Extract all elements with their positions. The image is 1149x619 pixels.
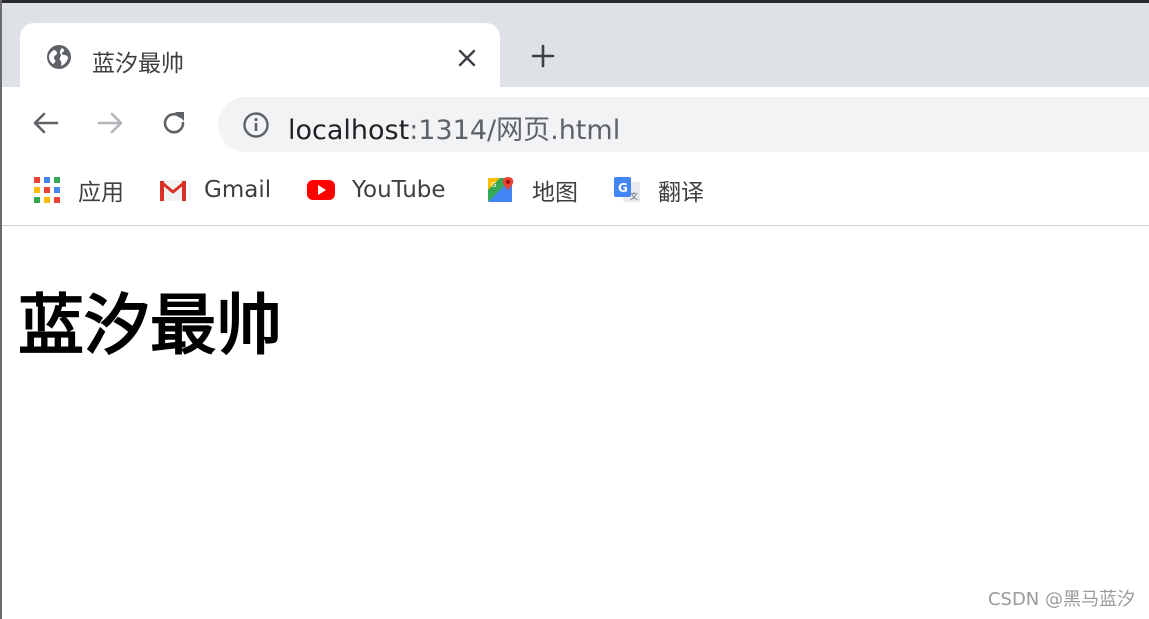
svg-text:G: G [618, 181, 628, 195]
back-arrow-icon[interactable] [30, 107, 62, 139]
bookmark-label: Gmail [204, 177, 272, 203]
plus-icon[interactable] [528, 41, 558, 71]
tab-title: 蓝汐最帅 [92, 51, 184, 77]
translate-icon: G 文 [614, 177, 640, 202]
info-icon[interactable] [242, 111, 270, 139]
bookmark-label: 应用 [78, 180, 124, 206]
url-host: localhost [288, 115, 410, 146]
reload-icon[interactable] [158, 107, 190, 139]
bookmark-youtube[interactable]: YouTube [306, 173, 446, 207]
svg-text:文: 文 [630, 191, 638, 201]
globe-icon [47, 45, 71, 69]
youtube-icon [307, 180, 335, 200]
toolbar: localhost:1314/网页.html [2, 87, 1149, 159]
bookmark-gmail[interactable]: Gmail [158, 173, 271, 207]
url-path: :1314/网页.html [409, 115, 621, 146]
page-content: 蓝汐最帅 CSDN @黑马蓝汐 [2, 226, 1149, 619]
close-icon[interactable] [454, 45, 480, 71]
window-left-edge [0, 0, 2, 619]
browser-window: 蓝汐最帅 localhost:1314/网页.html 应用 Gmail You… [0, 0, 1149, 619]
maps-icon: G [488, 177, 514, 202]
bookmarks-bar: 应用 Gmail YouTube G 地图 G 文 翻译 [2, 159, 1149, 226]
address-bar[interactable]: localhost:1314/网页.html [218, 97, 1149, 152]
forward-arrow-icon[interactable] [94, 107, 126, 139]
watermark: CSDN @黑马蓝汐 [987, 589, 1135, 610]
url-text[interactable]: localhost:1314/网页.html [288, 108, 620, 147]
tab-strip: 蓝汐最帅 [2, 3, 1149, 90]
bookmark-label: 地图 [532, 180, 578, 206]
bookmark-translate[interactable]: G 文 翻译 [612, 173, 704, 207]
gmail-icon [160, 180, 186, 201]
bookmark-maps[interactable]: G 地图 [486, 173, 578, 207]
bookmark-label: YouTube [352, 177, 446, 203]
page-heading: 蓝汐最帅 [18, 287, 282, 364]
svg-text:G: G [491, 181, 496, 189]
bookmark-label: 翻译 [658, 180, 704, 206]
bookmark-apps[interactable]: 应用 [32, 173, 124, 207]
apps-grid-icon [34, 177, 60, 203]
active-tab[interactable]: 蓝汐最帅 [20, 23, 500, 90]
